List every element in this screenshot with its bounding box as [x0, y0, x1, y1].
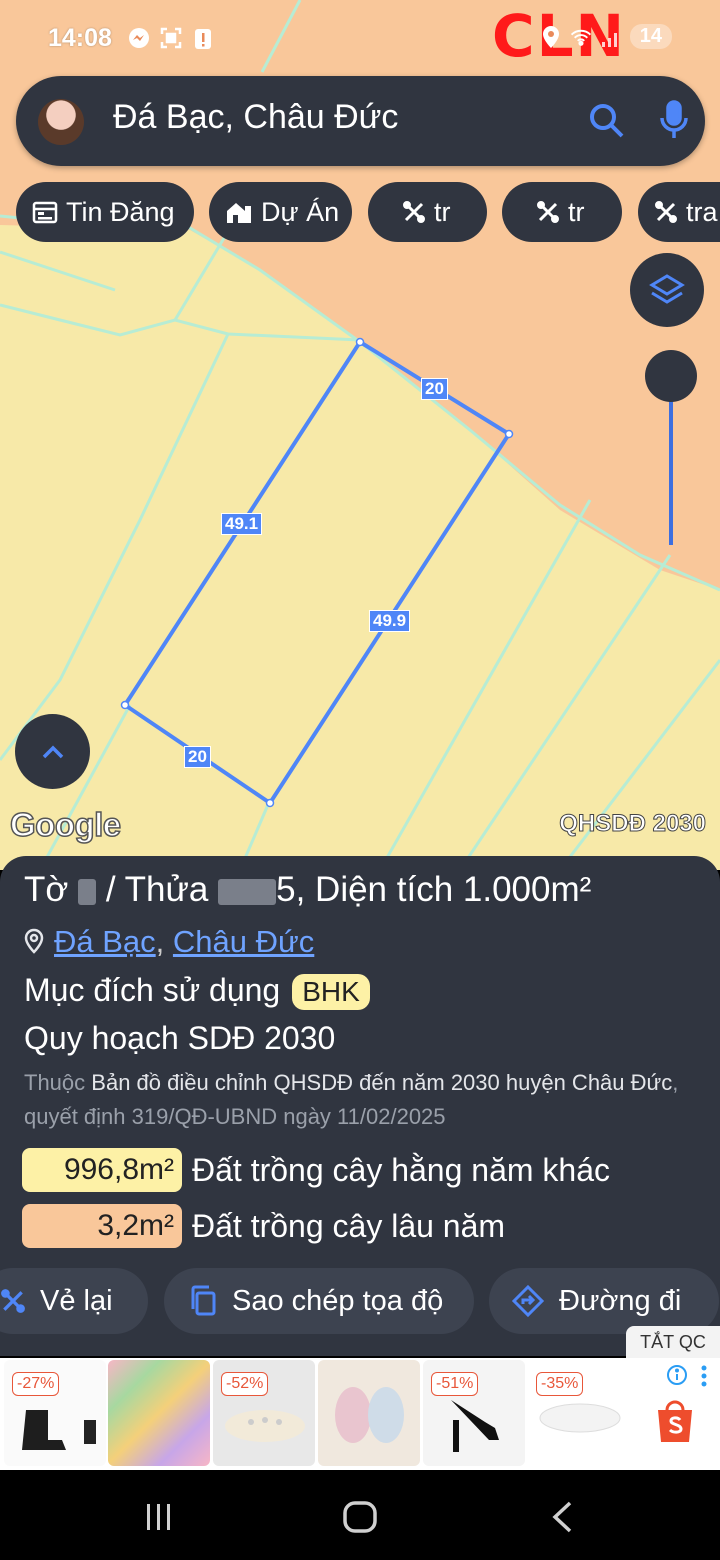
directions-button[interactable]: Đường đi [489, 1268, 719, 1334]
edge-length-bottom: 20 [184, 746, 211, 768]
chevron-up-icon [42, 745, 63, 758]
location-icon [540, 25, 562, 49]
ad-product-boots[interactable]: -27% [4, 1360, 106, 1466]
parcel-area: 1.000m² [462, 870, 592, 909]
more-options-icon[interactable] [700, 1364, 708, 1393]
recent-apps-icon[interactable] [144, 1502, 174, 1537]
redraw-button[interactable]: Vẻ lại [0, 1268, 148, 1334]
discount-badge: -51% [431, 1372, 479, 1396]
chip-tin-dang[interactable]: Tin Đăng [16, 182, 194, 242]
plan-overlay-label: QHSDĐ 2030 [559, 810, 707, 838]
back-icon[interactable] [550, 1500, 574, 1539]
title-to-tail: / [105, 870, 116, 909]
redraw-icon [1, 1289, 25, 1313]
avatar[interactable] [38, 99, 84, 145]
commune-link[interactable]: Đá Bạc [54, 924, 156, 959]
discount-badge: -27% [12, 1372, 60, 1396]
chip-du-an[interactable]: Dự Án [209, 182, 352, 242]
tools-icon [537, 201, 559, 223]
district-link[interactable]: Châu Đức [173, 924, 314, 959]
layers-button[interactable] [630, 253, 704, 327]
purpose-label: Mục đích sử dụng [24, 972, 281, 1008]
ad-product-heels[interactable]: -51% [423, 1360, 525, 1466]
location-separator: , [155, 924, 165, 959]
redacted-sheet-number [78, 878, 97, 905]
chip-tool-1[interactable]: tr [368, 182, 487, 242]
ad-product-slippers[interactable] [318, 1360, 420, 1466]
discount-badge: -52% [221, 1372, 269, 1396]
search-bar[interactable]: Đá Bạc, Châu Đức [16, 76, 705, 166]
land-area-row: 3,2m² Đất trồng cây lâu năm [22, 1204, 505, 1248]
ad-product-clogs[interactable]: -52% [213, 1360, 315, 1466]
title-to-label: Tờ [24, 870, 69, 909]
battery-indicator: 14 [629, 24, 672, 49]
tools-icon [403, 201, 425, 223]
directions-icon [511, 1284, 545, 1318]
search-input[interactable]: Đá Bạc, Châu Đức [113, 98, 398, 137]
status-bar: 14:08 14 [0, 0, 720, 76]
status-time: 14:08 [48, 24, 112, 52]
land-use-purpose: Mục đích sử dụng BHK [24, 972, 370, 1010]
chip-label: tr [434, 196, 451, 227]
chip-label: tra [686, 196, 718, 227]
area-label: Đất trồng cây lâu năm [192, 1207, 506, 1244]
wifi-icon [570, 25, 592, 49]
layers-icon [649, 274, 685, 304]
ad-product-charms[interactable] [108, 1360, 210, 1466]
plan-map-link[interactable]: Bản đồ điều chỉnh QHSDĐ đến năm 2030 huy… [91, 1070, 672, 1095]
ad-banner[interactable]: -27% -52% -51% -35% [0, 1358, 720, 1470]
chip-label: tr [568, 196, 585, 227]
plan-title: Quy hoạch SDĐ 2030 [24, 1020, 336, 1056]
action-label: Đường đi [559, 1284, 682, 1317]
area-label: Đất trồng cây hằng năm khác [192, 1151, 611, 1188]
screenshot-icon [160, 26, 182, 50]
edge-length-right: 49.9 [369, 610, 411, 632]
land-area-row: 996,8m² Đất trồng cây hằng năm khác [22, 1148, 610, 1192]
title-area-label: 5, Diện tích [276, 870, 454, 909]
opacity-slider-handle[interactable] [645, 350, 697, 402]
parcel-location: Đá Bạc, Châu Đức [24, 924, 314, 960]
messenger-icon [128, 26, 150, 50]
location-pin-icon [24, 928, 44, 954]
action-label: Vẻ lại [40, 1284, 113, 1317]
title-thua-label: Thửa [124, 870, 209, 909]
action-row: Vẻ lại Sao chép tọa độ Đường đi [0, 1268, 720, 1334]
discount-badge: -35% [536, 1372, 584, 1396]
google-logo: Google [9, 805, 122, 844]
signal-icon [600, 25, 622, 49]
parcel-title: Tờ / Thửa 5, Diện tích 1.000m² [24, 870, 591, 910]
copy-coordinates-button[interactable]: Sao chép tọa độ [164, 1268, 474, 1334]
microphone-icon[interactable] [658, 100, 690, 147]
expand-button[interactable] [15, 714, 90, 789]
area-value: 3,2m² [22, 1204, 182, 1248]
area-value: 996,8m² [22, 1148, 182, 1192]
edge-length-top: 20 [421, 378, 448, 400]
opacity-slider-track[interactable] [669, 400, 673, 545]
redacted-parcel-number [218, 878, 277, 905]
filter-chips: Tin Đăng Dự Án tr tr tra [16, 182, 720, 242]
alert-icon [192, 26, 214, 50]
map-view[interactable]: 20 49.1 49.9 20 CLN 14:08 14 Đá Bạc, Châ… [0, 0, 720, 870]
purpose-code-badge: BHK [292, 974, 370, 1010]
chip-tool-3[interactable]: tra [638, 182, 720, 242]
ad-product-white-slippers[interactable]: -35% [528, 1360, 630, 1466]
plan-description: Thuộc Bản đồ điều chỉnh QHSDĐ đến năm 20… [24, 1066, 704, 1134]
desc-prefix: Thuộc [24, 1070, 86, 1095]
search-icon[interactable] [588, 102, 626, 145]
action-label: Sao chép tọa độ [232, 1284, 444, 1317]
home-icon[interactable] [342, 1500, 378, 1539]
house-icon [227, 203, 251, 223]
tools-icon [655, 201, 677, 223]
calendar-icon [32, 201, 58, 224]
copy-icon [191, 1285, 216, 1316]
close-ads-button[interactable]: TẮT QC [626, 1326, 720, 1358]
shopee-logo-icon [654, 1396, 696, 1449]
chip-label: Tin Đăng [66, 196, 175, 227]
info-icon[interactable] [666, 1364, 688, 1391]
chip-tool-2[interactable]: tr [502, 182, 622, 242]
edge-length-left: 49.1 [221, 513, 263, 535]
chip-label: Dự Án [261, 196, 340, 227]
system-nav-bar [0, 1470, 720, 1560]
